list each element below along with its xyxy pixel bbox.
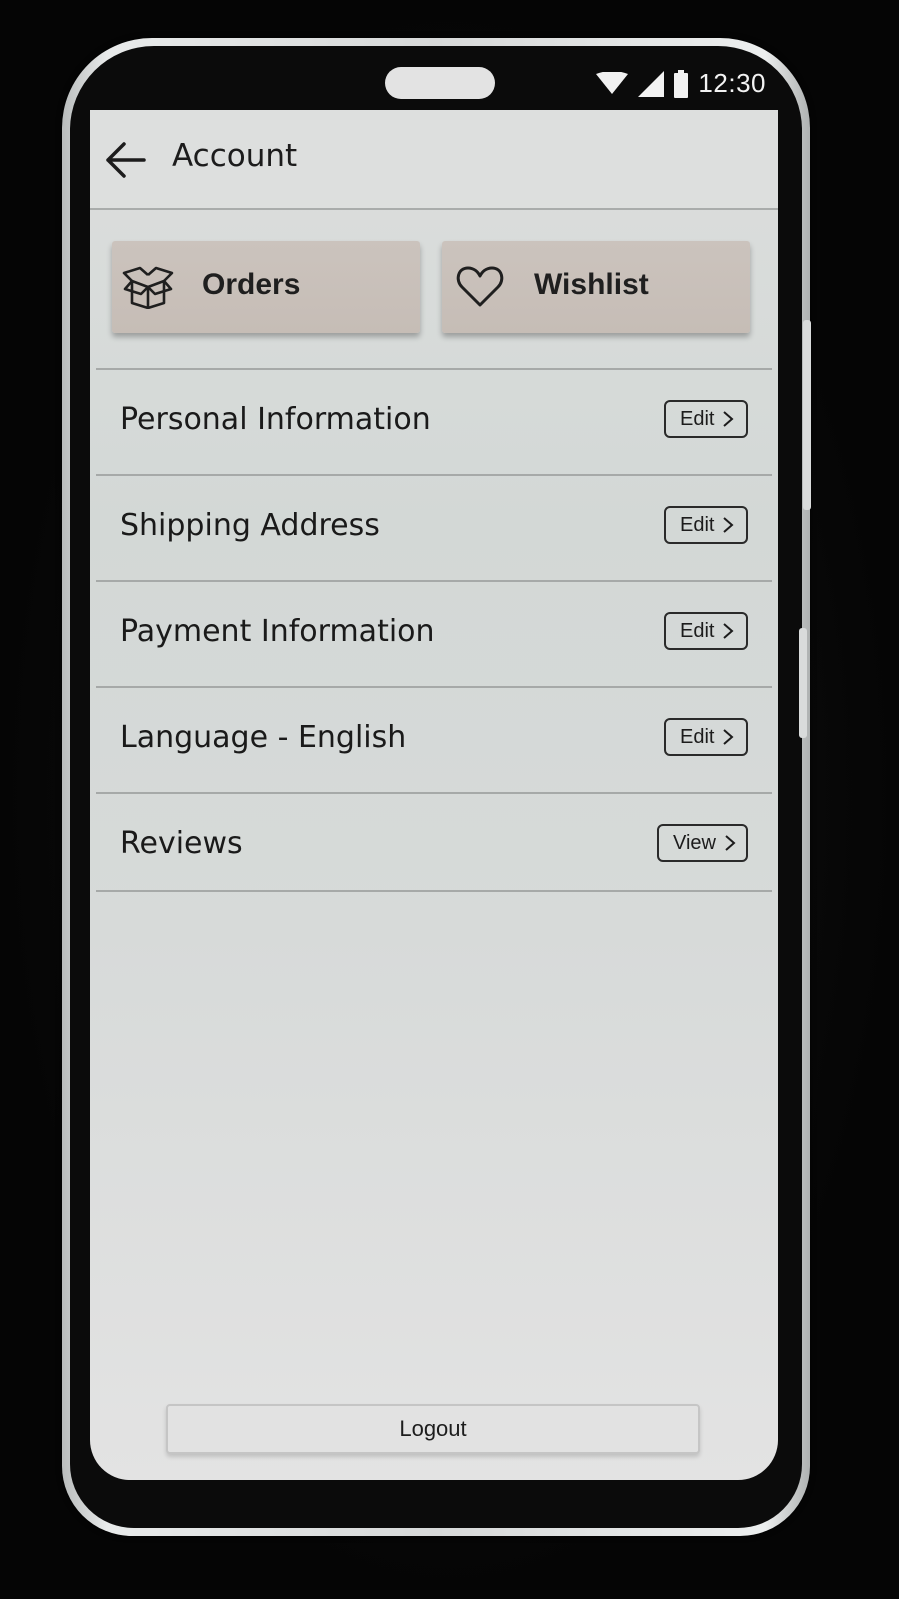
chevron-right-icon [725, 835, 736, 851]
camera-notch [385, 67, 495, 99]
settings-row-payment-information: Payment Information Edit [96, 580, 772, 686]
chevron-right-icon [723, 411, 734, 427]
edit-personal-information-button[interactable]: Edit [664, 400, 748, 438]
battery-icon [674, 69, 689, 98]
row-label: Payment Information [120, 614, 435, 649]
chevron-right-icon [723, 517, 734, 533]
page-title: Account [172, 138, 298, 174]
status-time: 12:30 [698, 68, 766, 98]
row-label: Reviews [120, 826, 243, 861]
quick-actions: Orders Wishlist [112, 241, 756, 335]
chevron-right-icon [723, 623, 734, 639]
view-reviews-button[interactable]: View [657, 824, 748, 862]
box-icon [122, 265, 174, 310]
button-label: Edit [680, 725, 715, 748]
row-label: Language - English [120, 720, 407, 755]
status-bar: 12:30 [90, 58, 780, 114]
signal-icon [638, 70, 665, 97]
settings-row-personal-information: Personal Information Edit [96, 368, 772, 474]
edit-shipping-address-button[interactable]: Edit [664, 506, 748, 544]
settings-row-reviews: Reviews View [96, 792, 772, 892]
button-label: Edit [680, 513, 715, 536]
chevron-right-icon [723, 729, 734, 745]
settings-row-shipping-address: Shipping Address Edit [96, 474, 772, 580]
power-button [803, 320, 811, 510]
app-header: Account [90, 110, 778, 210]
wifi-icon [596, 71, 629, 96]
arrow-left-icon[interactable] [104, 140, 146, 180]
settings-row-language: Language - English Edit [96, 686, 772, 792]
app-screen: Account Orders Wishlist Personal Informa… [90, 110, 778, 1480]
edit-language-button[interactable]: Edit [664, 718, 748, 756]
volume-button [799, 628, 807, 738]
logout-button[interactable]: Logout [166, 1404, 700, 1454]
button-label: Edit [680, 619, 715, 642]
button-label: View [673, 831, 716, 854]
account-settings-list: Personal Information Edit Shipping Addre… [96, 368, 772, 892]
edit-payment-information-button[interactable]: Edit [664, 612, 748, 650]
row-label: Shipping Address [120, 508, 380, 543]
wishlist-label: Wishlist [534, 268, 649, 301]
heart-icon [456, 265, 508, 309]
button-label: Edit [680, 407, 715, 430]
orders-label: Orders [202, 268, 301, 301]
wishlist-button[interactable]: Wishlist [442, 241, 750, 333]
orders-button[interactable]: Orders [112, 241, 420, 333]
row-label: Personal Information [120, 402, 431, 437]
